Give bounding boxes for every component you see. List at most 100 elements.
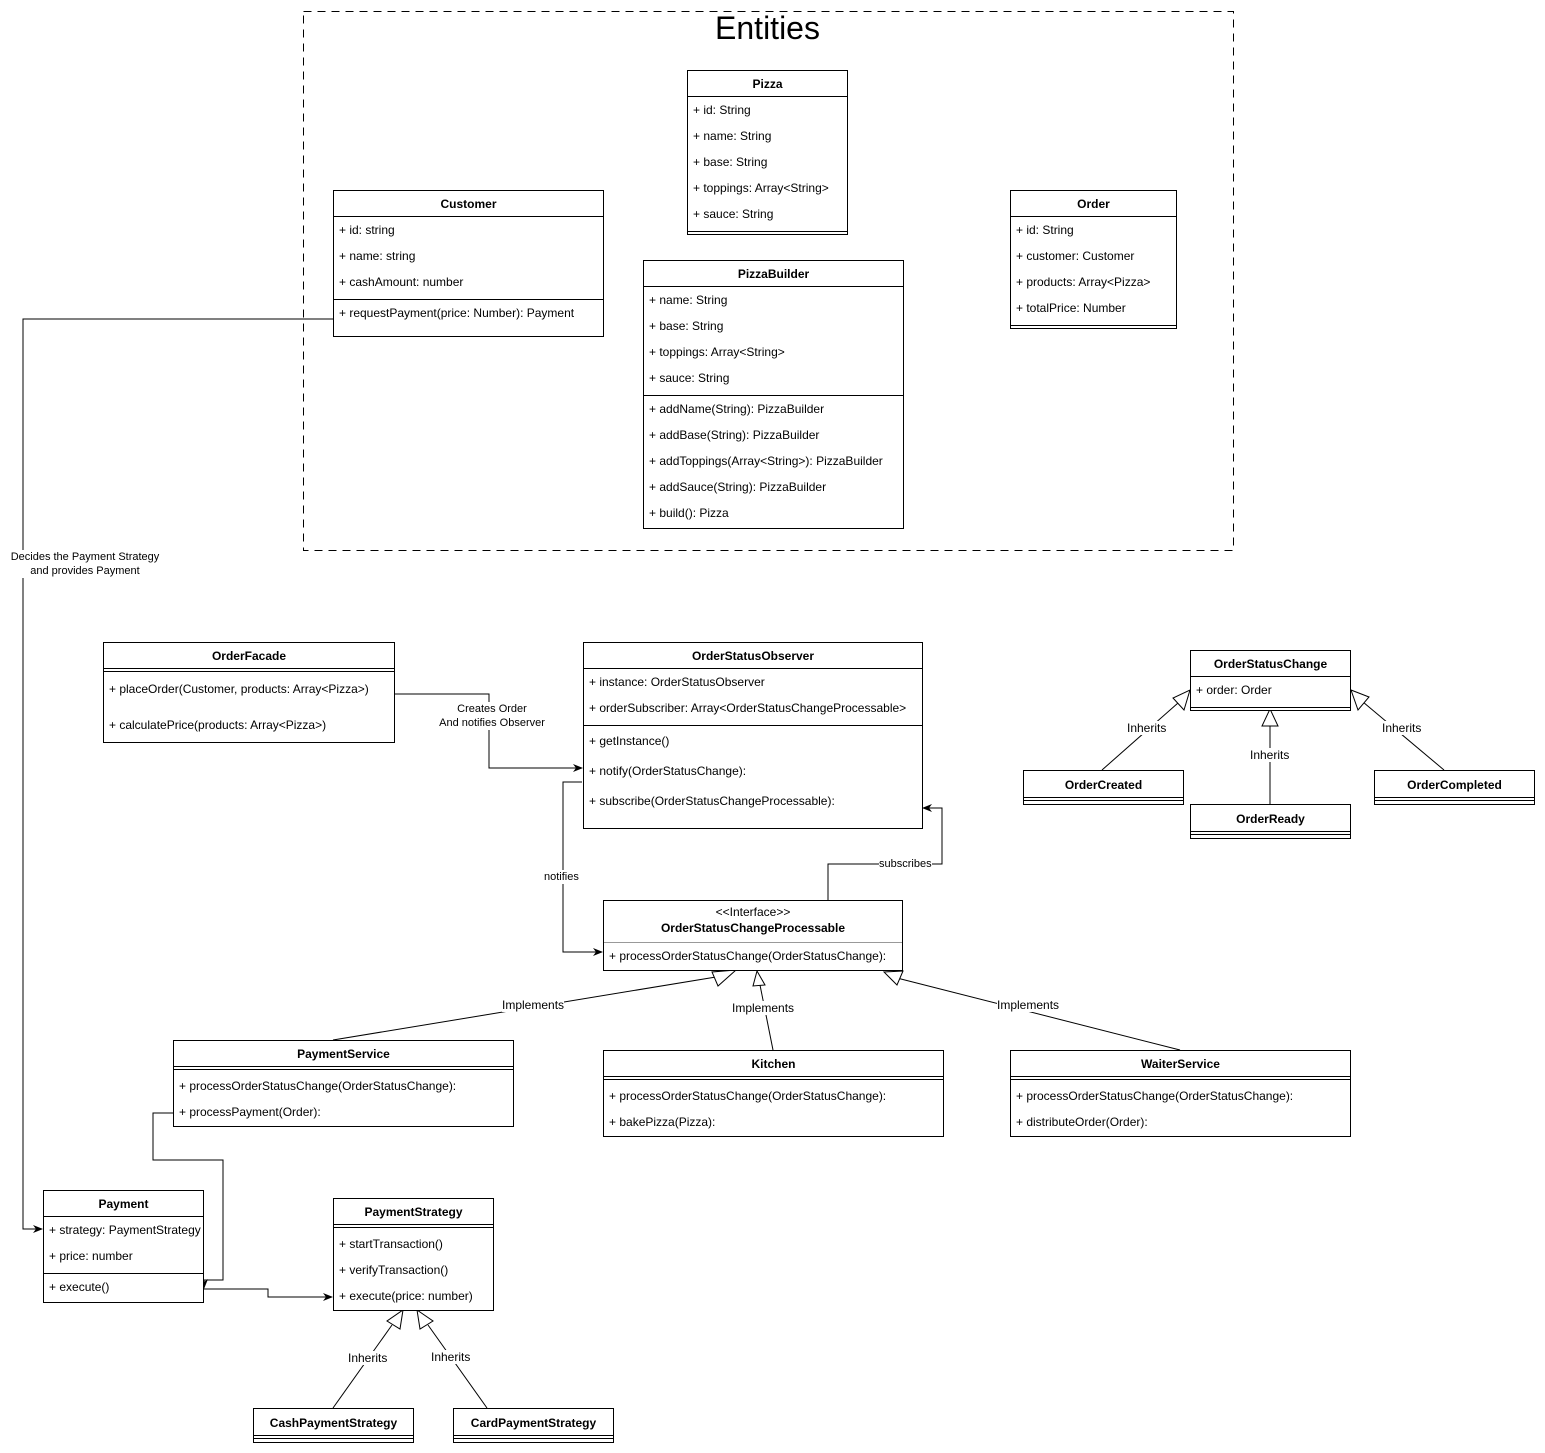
class-name: OrderStatusChangeProcessable (660, 921, 846, 935)
class-order-facade[interactable]: OrderFacade + placeOrder(Customer, produ… (103, 642, 395, 743)
method: + requestPayment(price: Number): Payment (339, 306, 575, 320)
edge-label-line: And notifies Observer (439, 717, 545, 729)
attribute: + order: Order (1196, 683, 1272, 697)
entities-group-title: Entities (715, 10, 820, 46)
inherits-arrowhead (386, 1308, 404, 1330)
attribute: + cashAmount: number (339, 275, 464, 289)
edge-label-subscribes: subscribes (879, 857, 932, 871)
attribute: + base: String (693, 155, 768, 169)
method: + calculatePrice(products: Array<Pizza>) (109, 718, 327, 732)
attribute: + sauce: String (649, 371, 730, 385)
attribute: + instance: OrderStatusObserver (589, 675, 765, 689)
attribute: + base: String (649, 319, 724, 333)
method: + addBase(String): PizzaBuilder (649, 428, 820, 442)
class-order-created[interactable]: OrderCreated (1023, 770, 1184, 805)
class-payment[interactable]: Payment + strategy: PaymentStrategy + pr… (43, 1190, 204, 1303)
inherits-arrowhead (1350, 689, 1370, 711)
attribute: + toppings: Array<String> (649, 345, 785, 359)
method: + addToppings(Array<String>): PizzaBuild… (649, 454, 883, 468)
stereotype: <<Interface>> (715, 905, 791, 919)
attribute: + strategy: PaymentStrategy (49, 1223, 201, 1237)
attribute: + id: String (693, 103, 751, 117)
class-name: OrderStatusObserver (584, 643, 922, 669)
edge-inherits-order-created (1101, 702, 1179, 771)
class-pizza[interactable]: Pizza + id: String + name: String + base… (687, 70, 848, 235)
class-kitchen[interactable]: Kitchen + processOrderStatusChange(Order… (603, 1050, 944, 1137)
edge-implements-waiter (896, 977, 1181, 1051)
method: + processOrderStatusChange(OrderStatusCh… (1016, 1089, 1294, 1103)
method: + subscribe(OrderStatusChangeProcessable… (589, 794, 835, 808)
implements-arrowhead (711, 969, 738, 987)
edge-label-line: Decides the Payment Strategy (10, 551, 160, 563)
implements-arrowhead (752, 969, 766, 987)
class-name: WaiterService (1011, 1051, 1350, 1080)
method: + startTransaction() (339, 1237, 443, 1251)
edge-label-inherits: Inherits (1127, 721, 1167, 735)
method: + execute() (49, 1280, 110, 1294)
method: + build(): Pizza (649, 506, 729, 520)
edge-label-line: Creates Order (457, 703, 527, 715)
inherits-arrowhead (416, 1308, 434, 1330)
edge-inherits-order-completed (1362, 701, 1445, 771)
inherits-arrowhead (1172, 689, 1191, 711)
edge-inherits-cash (332, 1324, 393, 1409)
class-name: Order (1011, 191, 1176, 217)
edge-label-line: and provides Payment (30, 565, 140, 577)
class-order-status-change[interactable]: OrderStatusChange + order: Order (1190, 650, 1351, 711)
class-payment-strategy[interactable]: PaymentStrategy + startTransaction() + v… (333, 1198, 494, 1311)
class-name: PaymentStrategy (334, 1199, 493, 1228)
class-order-completed[interactable]: OrderCompleted (1374, 770, 1535, 805)
attribute: + totalPrice: Number (1016, 301, 1126, 315)
attribute: + name: String (693, 129, 772, 143)
class-pizza-builder[interactable]: PizzaBuilder + name: String + base: Stri… (643, 260, 904, 529)
class-name: Customer (334, 191, 603, 217)
attribute: + id: string (339, 223, 395, 237)
class-waiter-service[interactable]: WaiterService + processOrderStatusChange… (1010, 1050, 1351, 1137)
edge-payment-to-strategy (204, 1288, 333, 1301)
class-order[interactable]: Order + id: String + customer: Customer … (1010, 190, 1177, 329)
divider (1191, 707, 1350, 710)
class-name: CashPaymentStrategy (254, 1409, 413, 1439)
class-order-status-observer[interactable]: OrderStatusObserver + instance: OrderSta… (583, 642, 923, 829)
attribute: + orderSubscriber: Array<OrderStatusChan… (589, 701, 907, 715)
edge-label-inherits: Inherits (1250, 748, 1290, 762)
edge-label-notifies: notifies (544, 870, 579, 884)
method: + addSauce(String): PizzaBuilder (649, 480, 827, 494)
attribute: + id: String (1016, 223, 1074, 237)
divider (688, 231, 847, 234)
attribute: + name: string (339, 249, 416, 263)
interface-order-status-change-processable[interactable]: <<Interface>> OrderStatusChangeProcessab… (603, 900, 903, 971)
edge-label-implements: Implements (997, 998, 1060, 1012)
method: + getInstance() (589, 734, 670, 748)
edge-label-inherits: Inherits (431, 1350, 471, 1364)
method: + processPayment(Order): (179, 1105, 321, 1119)
class-customer[interactable]: Customer + id: string + name: string + c… (333, 190, 604, 337)
class-card-payment-strategy[interactable]: CardPaymentStrategy (453, 1408, 614, 1443)
inherits-arrowhead (1261, 707, 1279, 727)
class-name: Payment (44, 1191, 203, 1217)
edge-inherits-card (427, 1324, 488, 1409)
attribute: + price: number (49, 1249, 133, 1263)
attribute: + products: Array<Pizza> (1016, 275, 1151, 289)
class-name: Pizza (688, 71, 847, 97)
method: + processOrderStatusChange(OrderStatusCh… (609, 949, 887, 963)
class-name: OrderReady (1191, 805, 1350, 835)
class-name-block: <<Interface>> OrderStatusChangeProcessab… (604, 901, 902, 943)
method: + placeOrder(Customer, products: Array<P… (109, 682, 369, 696)
method: + verifyTransaction() (339, 1263, 449, 1277)
method: + processOrderStatusChange(OrderStatusCh… (609, 1089, 887, 1103)
divider (1011, 325, 1176, 328)
class-cash-payment-strategy[interactable]: CashPaymentStrategy (253, 1408, 414, 1443)
attribute: + customer: Customer (1016, 249, 1135, 263)
class-payment-service[interactable]: PaymentService + processOrderStatusChang… (173, 1040, 514, 1127)
method: + bakePizza(Pizza): (609, 1115, 716, 1129)
attribute: + toppings: Array<String> (693, 181, 829, 195)
method: + processOrderStatusChange(OrderStatusCh… (179, 1079, 457, 1093)
class-order-ready[interactable]: OrderReady (1190, 804, 1351, 839)
edge-label-inherits: Inherits (1382, 721, 1422, 735)
method: + notify(OrderStatusChange): (589, 764, 747, 778)
class-name: OrderCreated (1024, 771, 1183, 801)
attribute: + name: String (649, 293, 728, 307)
edge-label-facade-observer: Creates Order And notifies Observer (434, 702, 550, 730)
attribute: + sauce: String (693, 207, 774, 221)
